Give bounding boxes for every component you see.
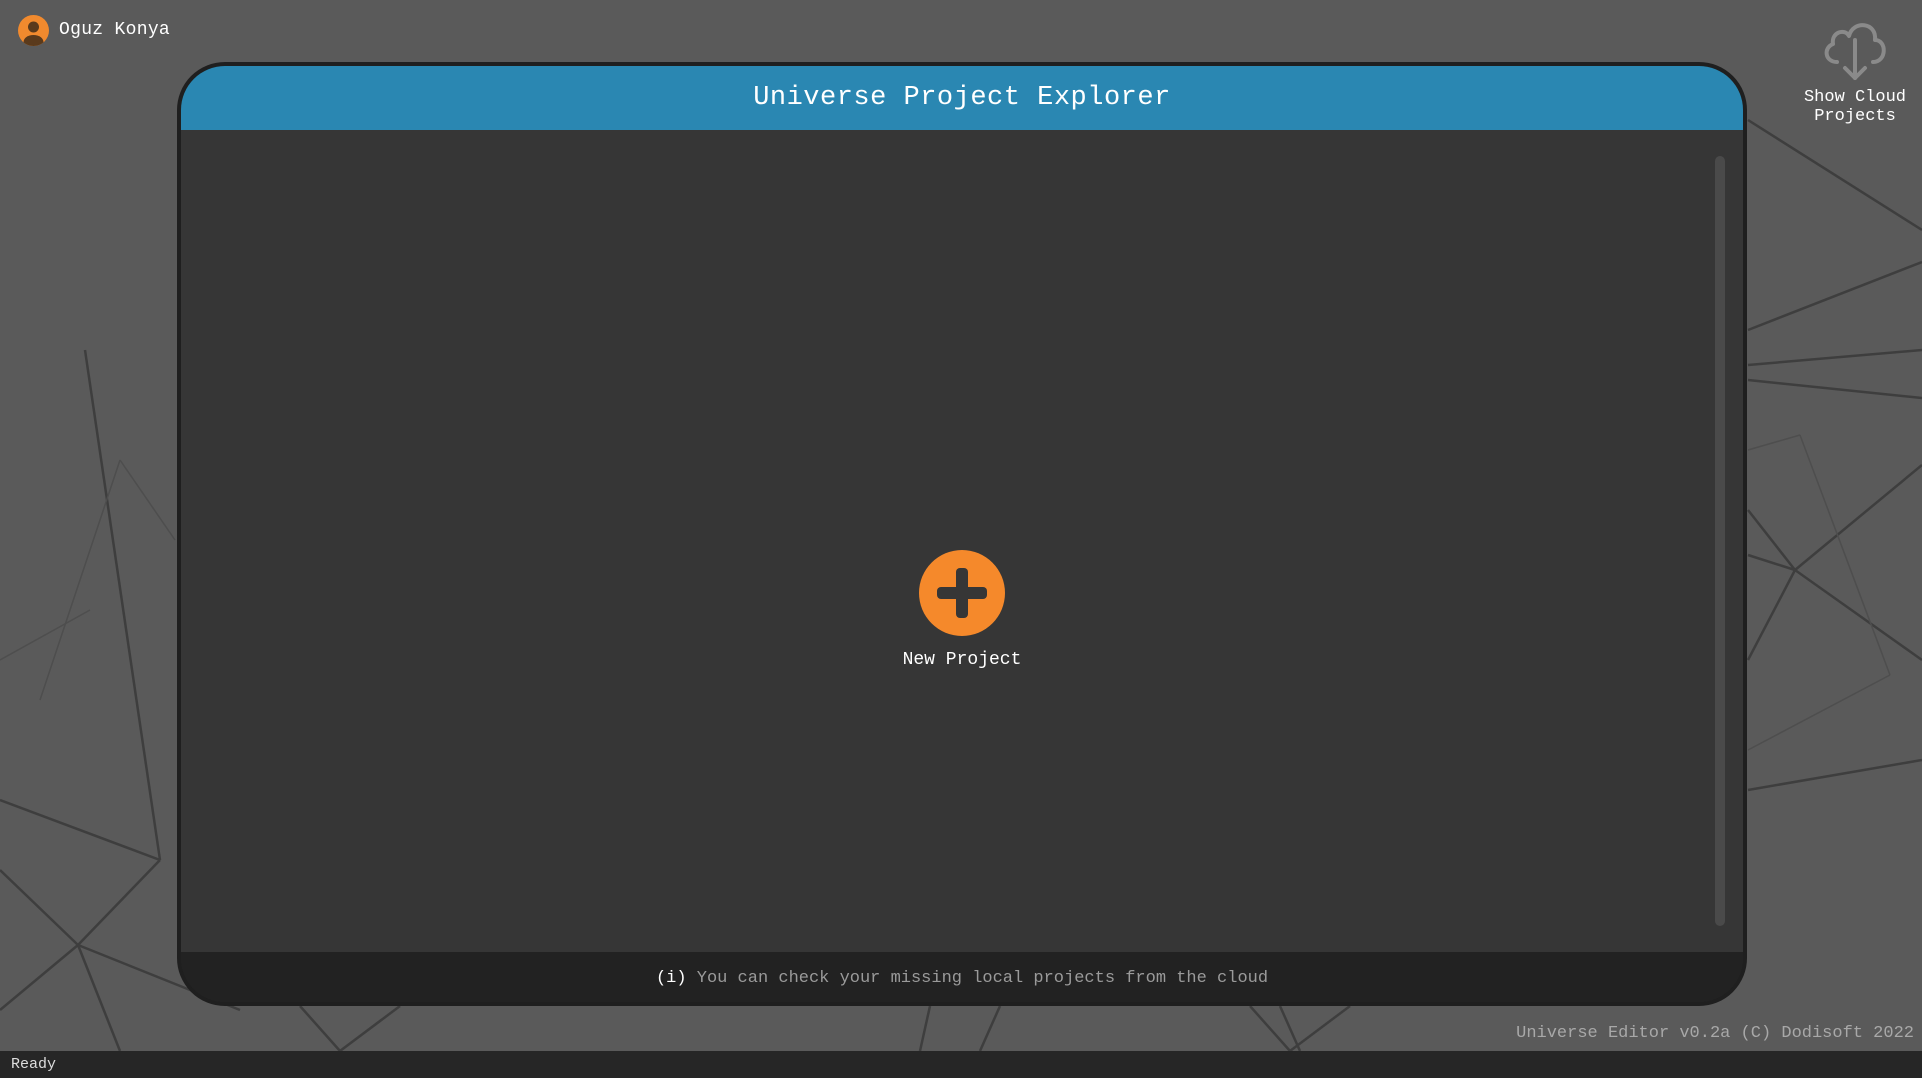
panel-footer-info: (i) You can check your missing local pro…: [181, 952, 1743, 1002]
plus-circle-icon: [919, 550, 1005, 636]
status-bar: Ready: [0, 1051, 1922, 1078]
project-list-area: New Project: [181, 130, 1743, 952]
vertical-scrollbar[interactable]: [1715, 156, 1725, 926]
user-name: Oguz Konya: [59, 20, 171, 40]
user-avatar-icon: [18, 14, 49, 46]
new-project-button[interactable]: New Project: [892, 550, 1032, 670]
cloud-download-icon: [1824, 23, 1886, 80]
user-profile[interactable]: Oguz Konya: [18, 14, 170, 46]
info-message: You can check your missing local project…: [696, 969, 1269, 988]
version-text: Universe Editor v0.2a (C) Dodisoft 2022: [1516, 1024, 1914, 1043]
show-cloud-projects-button[interactable]: Show Cloud Projects: [1795, 12, 1915, 126]
show-cloud-projects-label: Show Cloud Projects: [1803, 88, 1907, 126]
panel-title: Universe Project Explorer: [753, 83, 1171, 113]
panel-header: Universe Project Explorer: [181, 66, 1743, 130]
info-icon: (i): [655, 969, 687, 988]
new-project-label: New Project: [902, 650, 1022, 670]
project-explorer-panel: Universe Project Explorer New Project (i…: [177, 62, 1747, 1006]
status-text: Ready: [11, 1056, 57, 1073]
